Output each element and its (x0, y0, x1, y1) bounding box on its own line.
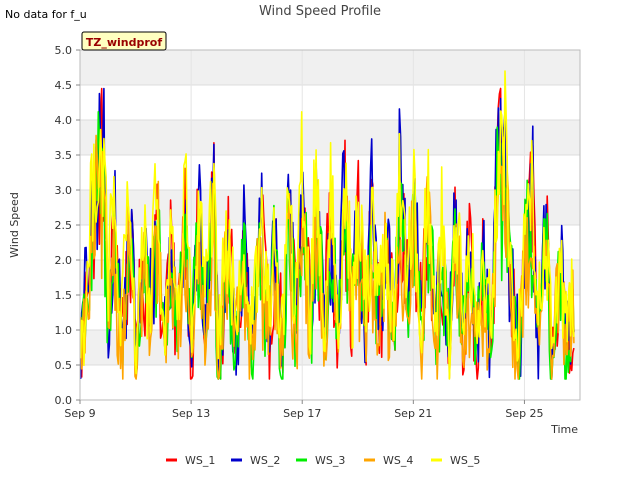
y-tick-label: 3.0 (55, 184, 73, 197)
x-tick-label: Sep 9 (64, 407, 95, 420)
x-tick-label: Sep 25 (505, 407, 543, 420)
y-tick-label: 1.5 (55, 289, 73, 302)
x-tick-label: Sep 17 (283, 407, 321, 420)
y-tick-label: 0.5 (55, 359, 73, 372)
y-tick-label: 4.0 (55, 114, 73, 127)
legend: WS_1 WS_2 WS_3 WS_4 WS_5 (166, 454, 480, 467)
y-tick-label: 2.5 (55, 219, 73, 232)
no-data-note: No data for f_u (5, 8, 87, 21)
legend-label-WS_2: WS_2 (250, 454, 280, 467)
y-tick-label: 3.5 (55, 149, 73, 162)
x-axis-ticks: Sep 9 Sep 13 Sep 17 Sep 21 Sep 25 (64, 400, 544, 420)
grid-band (80, 330, 580, 365)
site-tag-label: TZ_windprof (86, 36, 162, 49)
x-tick-label: Sep 13 (172, 407, 210, 420)
x-tick-label: Sep 21 (394, 407, 432, 420)
y-tick-label: 2.0 (55, 254, 73, 267)
legend-label-WS_5: WS_5 (450, 454, 480, 467)
legend-label-WS_4: WS_4 (383, 454, 413, 467)
legend-label-WS_1: WS_1 (185, 454, 215, 467)
y-axis-label: Wind Speed (8, 192, 21, 258)
wind-speed-chart: No data for f_u Wind Speed Profile 0.00.… (5, 4, 581, 467)
legend-label-WS_3: WS_3 (315, 454, 345, 467)
chart-title: Wind Speed Profile (259, 4, 381, 19)
chart-figure: No data for f_u Wind Speed Profile 0.0 0.… (0, 0, 640, 480)
y-tick-label: 4.5 (55, 79, 73, 92)
y-tick-label: 5.0 (55, 44, 73, 57)
site-tag: TZ_windprof (81, 31, 167, 51)
x-axis-label: Time (550, 423, 578, 436)
y-tick-label: 0.0 (55, 394, 73, 407)
y-tick-label: 1.0 (55, 324, 73, 337)
y-axis-ticks: 0.0 0.5 1.0 1.5 2.0 2.5 3.0 3.5 4.0 4.5 5.0 (55, 44, 80, 407)
